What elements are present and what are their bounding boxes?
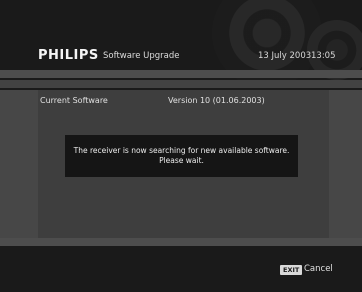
time-display: 13:05 [311,51,336,61]
status-message-line2: Please wait. [159,156,204,165]
date-display: 13 July 2003 [258,51,312,61]
header-bar: PHILIPS Software Upgrade 13 July 2003 13… [0,44,362,68]
exit-key-icon[interactable]: EXIT [280,265,303,275]
top-band [0,70,362,78]
left-margin [0,90,38,238]
bottom-band [0,238,362,246]
status-message-box: The receiver is now searching for new av… [65,135,298,177]
cancel-button[interactable]: Cancel [304,264,333,274]
current-software-value: Version 10 (01.06.2003) [168,96,265,105]
top-band-2 [0,80,362,88]
brand-logo: PHILIPS [38,48,99,63]
page-title: Software Upgrade [103,51,180,61]
current-software-label: Current Software [40,96,108,105]
status-message-line1: The receiver is now searching for new av… [73,146,290,155]
software-upgrade-screen: { "header": { "brand": "PHILIPS", "title… [0,0,362,292]
right-margin [329,90,362,238]
